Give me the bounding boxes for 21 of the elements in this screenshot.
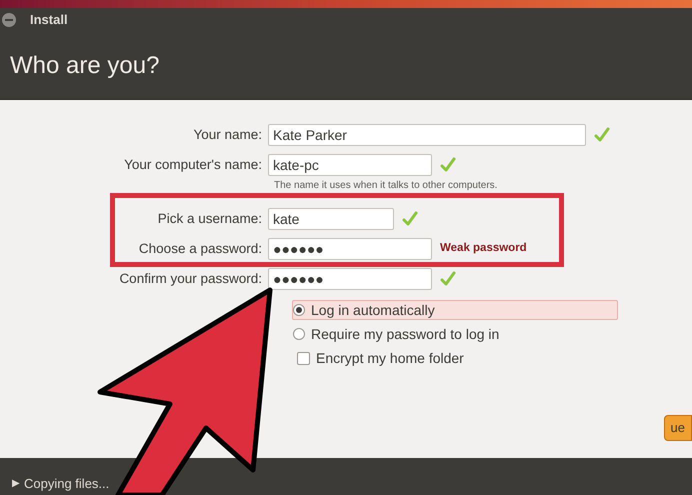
- field-label: Pick a username:: [156, 210, 263, 228]
- expander-icon: ▶: [12, 476, 20, 491]
- page-heading: Who are you?: [10, 50, 160, 80]
- continue-button[interactable]: ue: [664, 415, 692, 441]
- text-field[interactable]: kate-pc: [268, 154, 432, 176]
- field-label: Confirm your password:: [118, 270, 263, 288]
- copying-progress-toggle[interactable]: ▶ Copying files...: [12, 474, 110, 493]
- field-label: Your computer's name:: [123, 156, 263, 174]
- radio-option[interactable]: Require my password to log in: [292, 324, 618, 344]
- text-field[interactable]: Kate Parker: [268, 124, 586, 146]
- field-label: Your name:: [192, 126, 263, 144]
- minimize-button[interactable]: [2, 13, 16, 27]
- window-title: Install: [30, 11, 68, 30]
- field-hint: The name it uses when it talks to other computers.: [274, 180, 498, 192]
- checkbox-option[interactable]: Encrypt my home folder: [292, 348, 618, 368]
- radio-option[interactable]: Log in automatically: [292, 300, 618, 320]
- field-label: Choose a password:: [138, 240, 263, 258]
- password-strength: Weak password: [440, 241, 527, 256]
- text-field[interactable]: ●●●●●●: [268, 238, 432, 260]
- text-field[interactable]: kate: [268, 208, 394, 230]
- text-field[interactable]: ●●●●●●: [268, 268, 432, 290]
